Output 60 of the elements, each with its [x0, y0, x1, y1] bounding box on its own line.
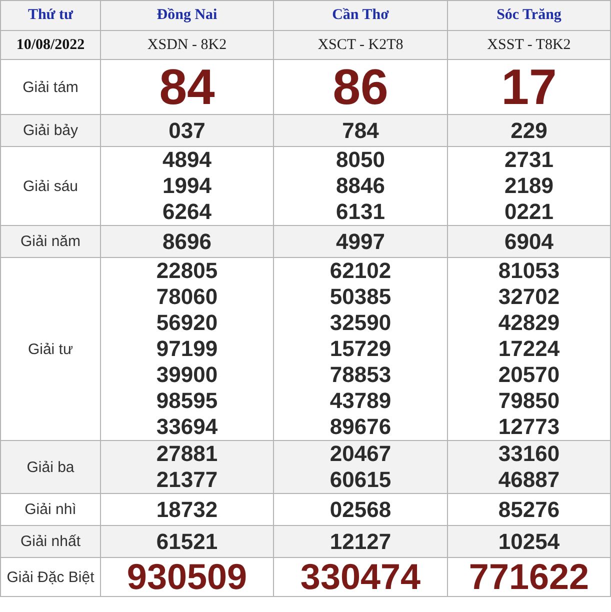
prize-number: 81053 [498, 258, 560, 284]
prize-number: 2189 [504, 173, 554, 199]
prize-number: 97199 [156, 336, 218, 362]
prize-number: 60615 [330, 467, 392, 493]
prize-number: 6131 [336, 199, 385, 225]
prize-number: 98595 [156, 388, 218, 414]
prize-number: 930509 [126, 558, 248, 596]
prize-number: 771622 [468, 558, 590, 596]
prize-number: 78060 [156, 284, 218, 310]
prize-number: 33694 [156, 414, 218, 440]
prize-number: 15729 [330, 336, 392, 362]
prize-number: 61521 [156, 528, 218, 554]
prize-number: 86 [332, 60, 388, 114]
prize-number: 22805 [156, 258, 218, 284]
prize-number: 39900 [156, 362, 218, 388]
prize-number: 43789 [330, 388, 392, 414]
prize-number: 50385 [330, 284, 392, 310]
prize-number: 8050 [336, 147, 385, 173]
prize-number: 79850 [498, 388, 560, 414]
prize-number: 56920 [156, 310, 218, 336]
prize-number: 229 [510, 118, 548, 144]
prize-number: 4894 [162, 147, 212, 173]
weekday-header: Thứ tư [0, 0, 100, 30]
prize-number: 78853 [330, 362, 392, 388]
prize-number: 6264 [162, 199, 212, 225]
prize-number: 12773 [498, 414, 560, 440]
prize-number: 02568 [330, 496, 392, 522]
prize-number: 8696 [162, 228, 212, 254]
prize-number: 32702 [498, 284, 560, 310]
prize-number: 784 [342, 118, 379, 144]
prize-number: 89676 [330, 414, 392, 440]
prize-number: 0221 [504, 199, 554, 225]
prize-number: 33160 [498, 441, 560, 467]
prize-number: 6904 [504, 228, 554, 254]
province-header: Sóc Trăng [448, 0, 610, 30]
prize-number: 2731 [504, 147, 554, 173]
prize-number: 10254 [498, 528, 560, 554]
prize-number: 42829 [498, 310, 560, 336]
province-header: Đồng Nai [100, 0, 274, 30]
prize-number: 84 [159, 60, 215, 114]
prize-number: 21377 [156, 467, 218, 493]
prize-label: Giải Đặc Biệt [0, 558, 100, 596]
prize-number: 037 [168, 118, 206, 144]
prize-number: 46887 [498, 467, 560, 493]
prize-number: 12127 [330, 528, 392, 554]
prize-number: 85276 [498, 496, 560, 522]
prize-number: 32590 [330, 310, 392, 336]
prize-number: 17224 [498, 336, 560, 362]
prize-number: 4997 [336, 228, 385, 254]
prize-number: 62102 [330, 258, 392, 284]
prize-number: 27881 [156, 441, 218, 467]
prize-number: 18732 [156, 496, 218, 522]
prize-number: 20570 [498, 362, 560, 388]
prize-label: Giải tư [0, 258, 100, 440]
prize-number: 20467 [330, 441, 392, 467]
prize-number: 8846 [336, 173, 385, 199]
prize-number: 17 [501, 60, 557, 114]
prize-number: 1994 [162, 173, 212, 199]
province-header: Cần Thơ [274, 0, 448, 30]
prize-number: 330474 [300, 558, 421, 596]
